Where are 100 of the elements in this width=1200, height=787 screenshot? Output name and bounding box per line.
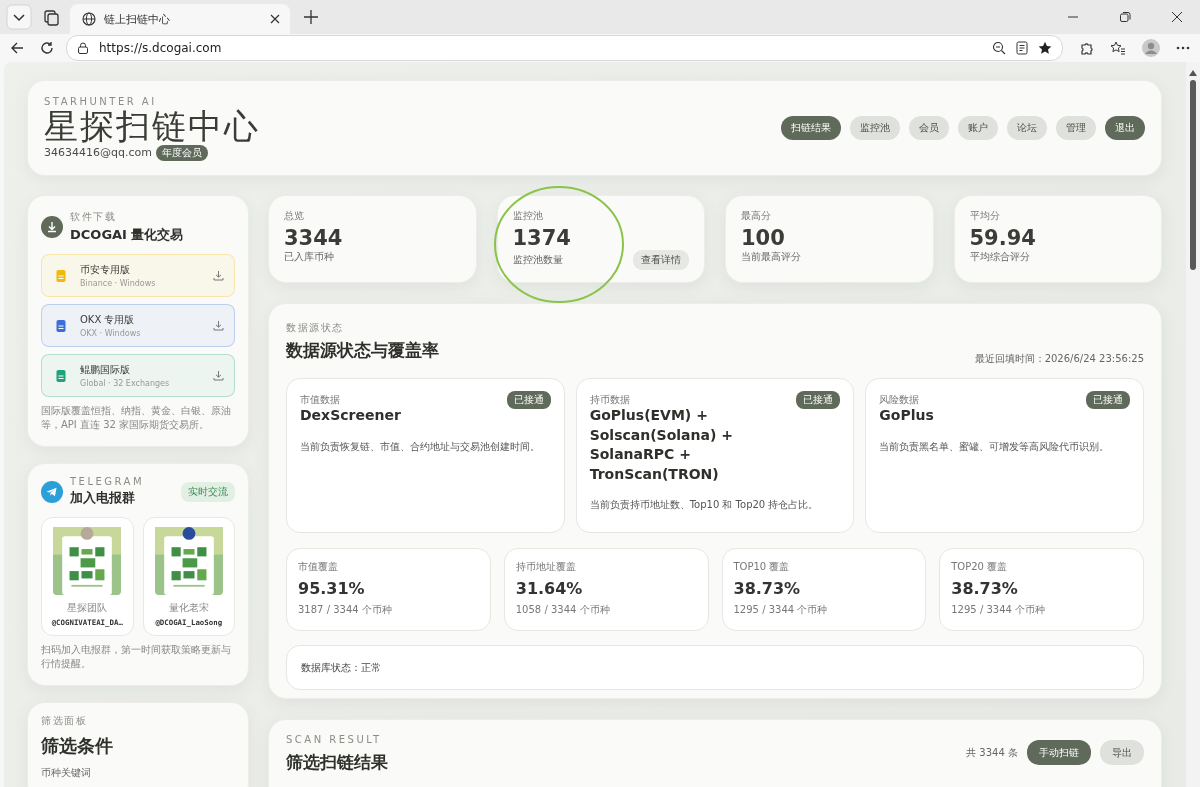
section-eyebrow: SCAN RESULT — [286, 734, 383, 745]
coverage-count: 1295 / 3344 个币种 — [951, 603, 1047, 617]
url-text: https://s.dcogai.com — [99, 41, 222, 55]
coverage-value: 31.64% — [515, 579, 584, 598]
coverage-value: 95.31% — [298, 579, 366, 598]
stat-value: 3344 — [284, 226, 344, 250]
provider-category: 风险数据 — [879, 393, 920, 407]
provider-name: GoPlus(EVM) + Solscan(Solana) + SolanaRPC + TronScan(TRON) — [589, 406, 734, 484]
section-title: 数据源状态与覆盖率 — [286, 339, 439, 362]
close-icon[interactable] — [1171, 11, 1183, 23]
new-tab-icon[interactable] — [304, 10, 318, 24]
item-platform: Binance · Windows — [80, 279, 157, 288]
scan-button[interactable]: 手动扫链 — [1027, 740, 1091, 765]
more-icon[interactable] — [1176, 46, 1190, 50]
scrollbar-thumb[interactable] — [1190, 80, 1196, 270]
download-icon[interactable] — [213, 270, 224, 281]
coverage-label: TOP10 覆盖 — [733, 560, 791, 574]
membership-badge: 年度会员 — [155, 144, 208, 161]
coverage-value: 38.73% — [733, 579, 802, 598]
back-icon[interactable] — [10, 41, 24, 55]
address-bar[interactable]: https://s.dcogai.com — [66, 35, 1063, 61]
coverage-count: 3187 / 3344 个币种 — [298, 603, 393, 617]
download-icon[interactable] — [213, 370, 224, 381]
status-badge: 已接通 — [506, 391, 551, 409]
telegram-note: 扫码加入电报群，第一时间获取策略更新与行情提醒。 — [41, 643, 232, 671]
coverage-label: 市值覆盖 — [298, 560, 339, 574]
coverage-count: 1058 / 3344 个币种 — [515, 603, 611, 617]
nav-tab[interactable]: 论坛 — [1007, 116, 1047, 140]
section-title: 加入电报群 — [70, 489, 136, 507]
provider-category: 持币数据 — [589, 393, 630, 407]
section-eyebrow: 筛选面板 — [41, 714, 88, 728]
provider-name: GoPlus — [879, 406, 935, 425]
stat-value: 59.94 — [969, 226, 1037, 250]
coverage-count: 1295 / 3344 个币种 — [733, 603, 829, 617]
item-platform: Global · 32 Exchanges — [80, 379, 171, 388]
brand-eyebrow: STARHUNTER AI — [44, 95, 158, 107]
page-title: 星探扫链中心 — [44, 106, 260, 145]
stat-label: 总览 — [284, 209, 305, 223]
reader-icon[interactable] — [1016, 41, 1028, 55]
stat-caption: 当前最高评分 — [741, 250, 801, 264]
nav-tab[interactable]: 监控池 — [850, 116, 900, 140]
section-eyebrow: TELEGRAM — [70, 476, 145, 487]
close-icon[interactable] — [270, 14, 280, 24]
nav-tab[interactable]: 管理 — [1056, 116, 1096, 140]
download-item[interactable]: 币安专用版 Binance · Windows — [41, 254, 235, 297]
stat-value: 100 — [741, 226, 786, 250]
coverage-label: TOP20 覆盖 — [951, 560, 1009, 574]
stat-label: 平均分 — [969, 209, 1001, 223]
tab-list-icon[interactable] — [6, 4, 32, 30]
live-tag: 实时交流 — [181, 481, 235, 502]
section-title: 筛选扫链结果 — [286, 751, 388, 774]
provider-description: 当前负责恢复链、市值、合约地址与交易池创建时间。 — [300, 439, 541, 454]
nav-tab[interactable]: 账户 — [958, 116, 998, 140]
stat-caption: 已入库币种 — [284, 250, 334, 264]
browser-tab[interactable]: 链上扫链中心 — [70, 4, 290, 34]
download-icon — [41, 216, 63, 238]
provider-name: DexScreener — [300, 406, 402, 425]
reload-icon[interactable] — [40, 41, 54, 55]
favorites-icon[interactable] — [1110, 41, 1126, 55]
download-item[interactable]: OKX 专用版 OKX · Windows — [41, 304, 235, 347]
item-name: 鲲鹏国际版 — [80, 363, 131, 377]
download-item[interactable]: 鲲鹏国际版 Global · 32 Exchanges — [41, 354, 235, 397]
stat-caption: 平均综合评分 — [969, 250, 1030, 264]
avatar-icon[interactable] — [1142, 39, 1160, 57]
coverage-label: 持币地址覆盖 — [515, 560, 577, 574]
user-email: 34634416@qq.com — [44, 146, 152, 159]
database-status: 数据库状态：正常 — [301, 660, 381, 675]
puzzle-icon[interactable] — [1079, 40, 1094, 56]
item-platform: OKX · Windows — [80, 329, 142, 338]
stat-label: 监控池 — [512, 209, 544, 223]
details-button[interactable]: 查看详情 — [633, 250, 689, 270]
download-note: 国际版覆盖恒指、纳指、黄金、白银、原油等，API 直连 32 家国际期货交易所。 — [41, 404, 232, 432]
field-label: 币种关键词 — [41, 766, 92, 780]
download-icon[interactable] — [213, 320, 224, 331]
stat-caption: 监控池数量 — [512, 253, 563, 267]
provider-description: 当前负责持币地址数、Top10 和 Top20 持仓占比。 — [589, 498, 820, 512]
coverage-value: 38.73% — [951, 579, 1019, 598]
nav-tab[interactable]: 会员 — [909, 116, 949, 140]
result-count: 共 3344 条 — [966, 745, 1018, 760]
group-label: 星探团队 — [67, 601, 108, 615]
section-title: DCOGAI 量化交易 — [70, 226, 184, 244]
star-icon[interactable] — [1038, 41, 1052, 55]
item-name: 币安专用版 — [80, 263, 131, 277]
item-name: OKX 专用版 — [80, 313, 136, 327]
stat-label: 最高分 — [741, 209, 772, 223]
tab-title: 链上扫链中心 — [104, 11, 170, 27]
section-title: 筛选条件 — [41, 734, 114, 758]
globe-icon — [82, 12, 96, 26]
telegram-icon — [41, 480, 63, 503]
lock-icon — [77, 42, 89, 54]
provider-category: 市值数据 — [300, 393, 340, 407]
section-eyebrow: 数据源状态 — [286, 321, 345, 335]
logout-button[interactable]: 退出 — [1105, 116, 1145, 140]
stat-value: 1374 — [512, 226, 572, 250]
export-button[interactable]: 导出 — [1100, 740, 1144, 765]
restore-icon[interactable] — [1119, 11, 1131, 23]
zoom-out-icon[interactable] — [992, 41, 1006, 55]
section-eyebrow: 软件下载 — [70, 210, 117, 224]
scroll-up-icon[interactable] — [1189, 70, 1197, 76]
nav-tab[interactable]: 扫链结果 — [781, 116, 841, 140]
